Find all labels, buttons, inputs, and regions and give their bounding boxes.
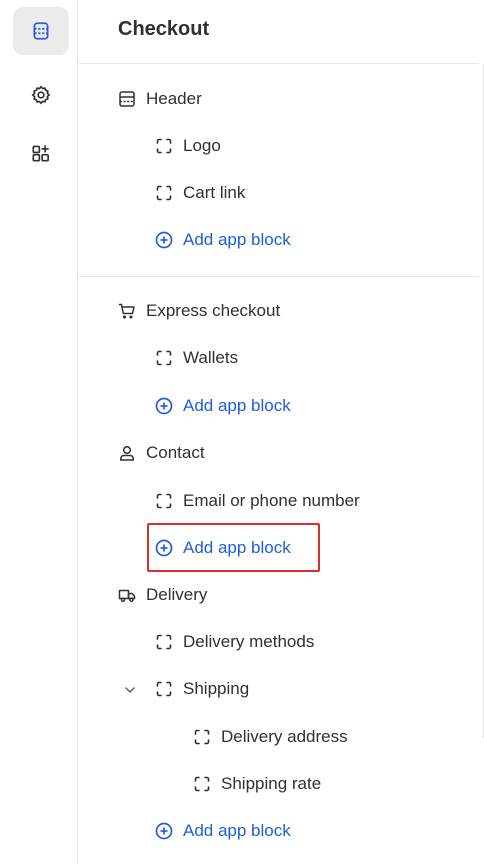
add-app-block-label: Add app block <box>183 821 291 840</box>
add-app-block-button[interactable]: Add app block <box>153 225 291 255</box>
header-layout-icon <box>116 88 138 110</box>
block-label: Delivery address <box>221 727 348 746</box>
highlight-box <box>147 523 320 572</box>
section-contact[interactable]: Contact <box>116 438 205 468</box>
section-header[interactable]: Header <box>116 84 202 114</box>
block-icon <box>153 182 175 204</box>
divider <box>79 276 479 277</box>
block-label: Delivery methods <box>183 632 315 651</box>
page-title: Checkout <box>118 18 210 40</box>
truck-icon <box>116 584 138 606</box>
block-icon <box>191 773 213 795</box>
section-label: Contact <box>146 443 205 462</box>
block-icon <box>153 631 175 653</box>
plus-circle-icon <box>153 229 175 251</box>
block-label: Logo <box>183 136 221 155</box>
add-app-block-label: Add app block <box>183 230 291 249</box>
block-label: Cart link <box>183 183 246 202</box>
section-label: Header <box>146 89 202 108</box>
plus-circle-icon <box>153 820 175 842</box>
gear-icon <box>31 85 51 105</box>
divider <box>79 63 479 64</box>
block-icon <box>191 726 213 748</box>
block-label: Shipping rate <box>221 774 322 793</box>
add-app-block-button[interactable]: Add app block <box>153 816 291 846</box>
block-item-delivery-methods[interactable]: Delivery methods <box>153 627 314 657</box>
block-item-logo[interactable]: Logo <box>153 131 221 161</box>
apps-nav-button[interactable] <box>13 129 69 177</box>
block-icon <box>153 490 175 512</box>
person-icon <box>116 442 138 464</box>
cart-icon <box>116 300 138 322</box>
section-delivery[interactable]: Delivery <box>116 580 207 610</box>
section-label: Express checkout <box>146 301 281 320</box>
plus-circle-icon <box>153 395 175 417</box>
icon-rail <box>0 0 78 864</box>
block-label: Shipping <box>183 679 250 698</box>
chevron-down-icon[interactable] <box>122 682 138 698</box>
block-label: Wallets <box>183 348 239 367</box>
block-item-shipping-rate[interactable]: Shipping rate <box>191 769 321 799</box>
block-icon <box>153 678 175 700</box>
section-express-checkout[interactable]: Express checkout <box>116 296 280 326</box>
settings-nav-button[interactable] <box>13 71 69 119</box>
add-app-block-button[interactable]: Add app block <box>153 391 291 421</box>
sections-icon <box>33 22 49 40</box>
add-app-block-label: Add app block <box>183 396 291 415</box>
section-label: Delivery <box>146 585 208 604</box>
apps-icon <box>32 145 49 162</box>
block-icon <box>153 135 175 157</box>
block-icon <box>153 347 175 369</box>
block-item-email-phone[interactable]: Email or phone number <box>153 486 360 516</box>
block-item-delivery-address[interactable]: Delivery address <box>191 722 348 752</box>
sections-nav-button[interactable] <box>13 7 69 55</box>
block-label: Email or phone number <box>183 491 360 510</box>
block-item-shipping[interactable]: Shipping <box>153 674 249 704</box>
block-item-wallets[interactable]: Wallets <box>153 343 238 373</box>
block-item-cart-link[interactable]: Cart link <box>153 178 245 208</box>
